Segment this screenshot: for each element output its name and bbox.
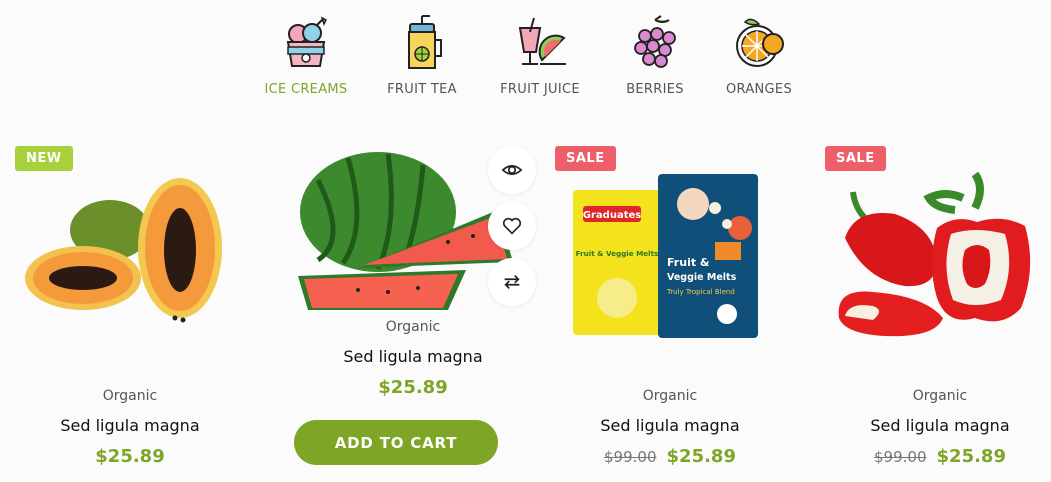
tab-fruit-tea[interactable]: FRUIT TEA [362, 14, 482, 104]
tab-label: ORANGES [726, 82, 792, 97]
product-price: $25.89 [95, 446, 165, 467]
price-row: $99.00 $25.89 [555, 446, 785, 467]
svg-text:Veggie Melts: Veggie Melts [667, 272, 737, 283]
tab-berries[interactable]: BERRIES [595, 14, 715, 104]
product-category: Organic [385, 319, 441, 335]
product-image-veggie-melts[interactable]: Graduates Fruit & Veggie Melts Fruit & V… [555, 168, 785, 343]
product-title[interactable]: Sed ligula magna [555, 416, 785, 435]
eye-icon [501, 165, 523, 175]
product-price: $25.89 [936, 446, 1006, 467]
product-card-watermelon[interactable]: Organic Sed ligula magna $25.89 ADD TO C… [294, 140, 536, 480]
quick-view-button[interactable] [488, 146, 536, 194]
svg-text:Graduates: Graduates [583, 210, 641, 221]
ice-cream-icon [286, 16, 328, 67]
tab-label: FRUIT TEA [387, 82, 457, 97]
product-image-papaya[interactable] [15, 168, 245, 343]
product-category: Organic [642, 388, 698, 404]
product-title[interactable]: Sed ligula magna [298, 347, 528, 366]
fruit-tea-icon [408, 15, 442, 69]
svg-text:Truly Tropical Blend: Truly Tropical Blend [666, 288, 735, 296]
svg-text:Fruit & Veggie Melts: Fruit & Veggie Melts [576, 249, 659, 258]
product-category: Organic [102, 388, 158, 404]
product-title[interactable]: Sed ligula magna [15, 416, 245, 435]
product-card-veggie-melts[interactable]: SALE Graduates Fruit & Veggie Melts Frui… [555, 140, 785, 480]
fruit-juice-icon [518, 17, 566, 65]
product-old-price: $99.00 [874, 448, 927, 466]
compare-icon [504, 274, 520, 290]
tab-label: FRUIT JUICE [500, 82, 580, 97]
tab-ice-creams[interactable]: ICE CREAMS [246, 14, 366, 104]
price-row: $99.00 $25.89 [825, 446, 1051, 467]
product-price: $25.89 [378, 377, 448, 398]
product-category: Organic [912, 388, 968, 404]
tab-oranges[interactable]: ORANGES [699, 14, 819, 104]
product-card-papaya[interactable]: NEW Organic Sed ligula magna $25.89 [15, 140, 245, 480]
quick-actions [488, 146, 536, 306]
tab-label: ICE CREAMS [264, 82, 348, 97]
tab-label: BERRIES [626, 82, 684, 97]
heart-icon [502, 217, 522, 235]
svg-text:Fruit &: Fruit & [667, 256, 710, 269]
tab-fruit-juice[interactable]: FRUIT JUICE [480, 14, 600, 104]
product-card-red-peppers[interactable]: SALE Organic Sed ligula magna $99.00 $25… [825, 140, 1051, 480]
product-old-price: $99.00 [604, 448, 657, 466]
oranges-icon [736, 18, 784, 67]
product-title[interactable]: Sed ligula magna [825, 416, 1051, 435]
price-row: $25.89 [298, 377, 528, 398]
category-tabs: ICE CREAMS FRUIT TEA FRUIT JUICE BERRIES… [0, 14, 1051, 104]
wishlist-button[interactable] [488, 202, 536, 250]
berries-icon [634, 15, 676, 68]
compare-button[interactable] [488, 258, 536, 306]
product-image-red-peppers[interactable] [825, 168, 1051, 343]
price-row: $25.89 [15, 446, 245, 467]
product-price: $25.89 [666, 446, 736, 467]
add-to-cart-button[interactable]: ADD TO CART [294, 420, 498, 465]
